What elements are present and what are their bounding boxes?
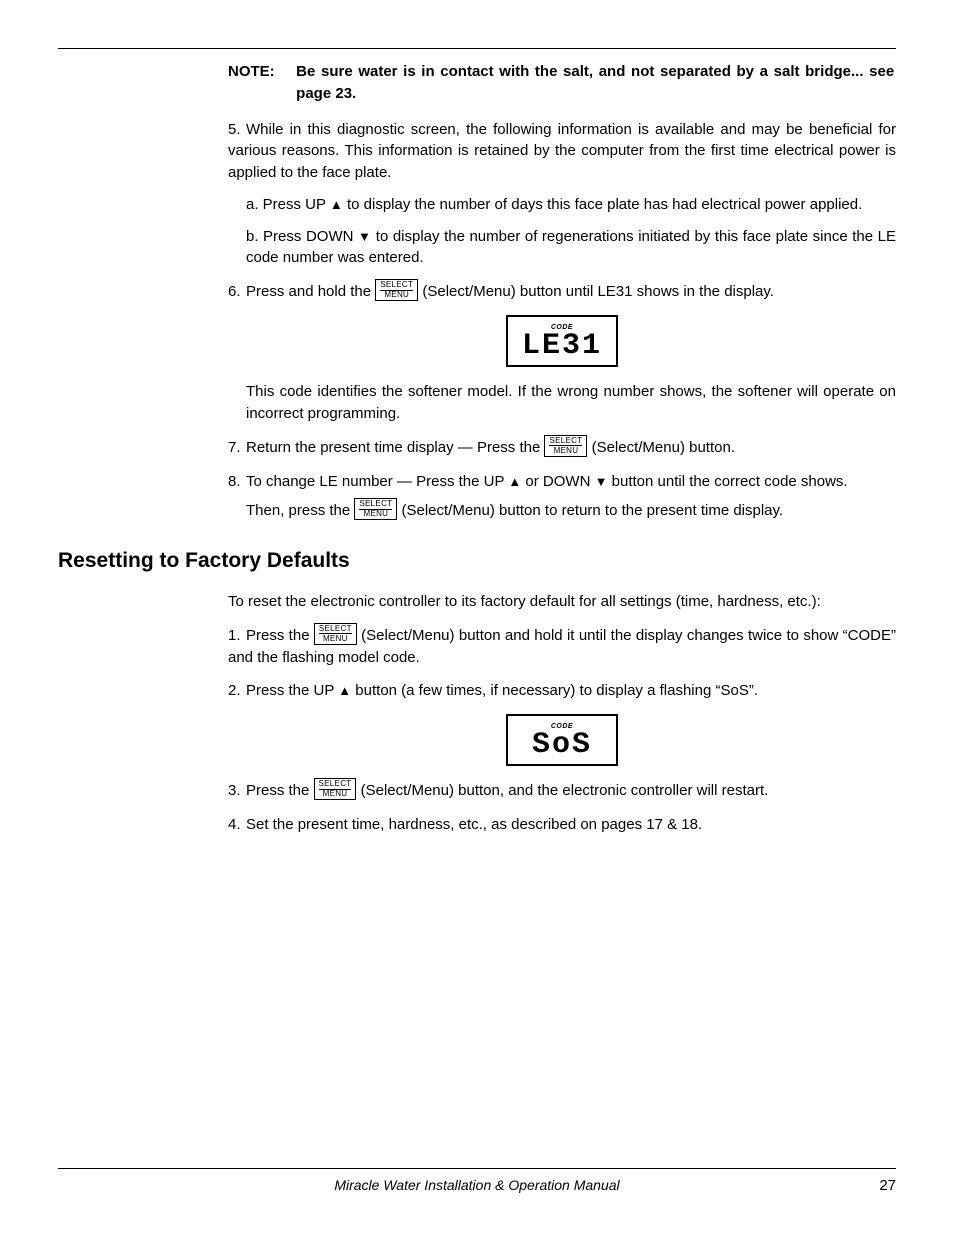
lcd-le31: CODE LE31 <box>506 315 618 367</box>
footer-rule <box>58 1168 896 1169</box>
step-num: 4. <box>228 814 246 836</box>
footer-title: Miracle Water Installation & Operation M… <box>58 1175 896 1195</box>
step-7: 7.Return the present time display — Pres… <box>228 437 896 459</box>
substep-b: b. Press DOWN ▼ to display the number of… <box>246 226 896 270</box>
up-arrow-icon: ▲ <box>330 197 343 212</box>
step-num: 3. <box>228 780 246 802</box>
page-footer: Miracle Water Installation & Operation M… <box>58 1168 896 1195</box>
lcd-sos: CODE SoS <box>506 714 618 766</box>
select-menu-button-icon: SELECTMENU <box>375 279 418 301</box>
step-text: While in this diagnostic screen, the fol… <box>228 121 896 182</box>
step-num: 8. <box>228 471 246 493</box>
note-text: Be sure water is in contact with the sal… <box>296 61 894 105</box>
reset-step-3: 3.Press the SELECTMENU (Select/Menu) but… <box>228 780 896 802</box>
step-6: 6.Press and hold the SELECTMENU (Select/… <box>228 281 896 425</box>
step-num: 2. <box>228 680 246 702</box>
note-block: NOTE: Be sure water is in contact with t… <box>228 61 896 105</box>
step-8: 8.To change LE number — Press the UP ▲ o… <box>228 471 896 523</box>
section-heading-reset: Resetting to Factory Defaults <box>58 546 896 576</box>
reset-intro: To reset the electronic controller to it… <box>228 591 896 613</box>
main-content: NOTE: Be sure water is in contact with t… <box>58 61 896 522</box>
step-num: 1. <box>228 625 246 647</box>
top-rule <box>58 48 896 49</box>
select-menu-button-icon: SELECTMENU <box>544 435 587 457</box>
step-8-then: Then, press the SELECTMENU (Select/Menu)… <box>228 500 896 522</box>
reset-step-1: 1.Press the SELECTMENU (Select/Menu) but… <box>228 625 896 669</box>
down-arrow-icon: ▼ <box>595 474 608 489</box>
lcd-display: CODE LE31 <box>228 315 896 367</box>
page-number: 27 <box>879 1175 896 1197</box>
down-arrow-icon: ▼ <box>358 229 371 244</box>
substeps: a. Press UP ▲ to display the number of d… <box>228 194 896 269</box>
reset-step-4: 4.Set the present time, hardness, etc., … <box>228 814 896 836</box>
step-6-note: This code identifies the softener model.… <box>228 381 896 425</box>
reset-step-2: 2.Press the UP ▲ button (a few times, if… <box>228 680 896 766</box>
instruction-list: 5.While in this diagnostic screen, the f… <box>228 119 896 523</box>
step-num: 6. <box>228 281 246 303</box>
note-label: NOTE: <box>228 61 292 83</box>
step-5: 5.While in this diagnostic screen, the f… <box>228 119 896 270</box>
lcd-display: CODE SoS <box>228 714 896 766</box>
select-menu-button-icon: SELECTMENU <box>354 498 397 520</box>
up-arrow-icon: ▲ <box>508 474 521 489</box>
step-num: 7. <box>228 437 246 459</box>
select-menu-button-icon: SELECTMENU <box>314 778 357 800</box>
up-arrow-icon: ▲ <box>338 683 351 698</box>
select-menu-button-icon: SELECTMENU <box>314 623 357 645</box>
reset-content: To reset the electronic controller to it… <box>58 591 896 836</box>
reset-list: 1.Press the SELECTMENU (Select/Menu) but… <box>228 625 896 836</box>
substep-a: a. Press UP ▲ to display the number of d… <box>246 194 896 216</box>
step-num: 5. <box>228 119 246 141</box>
footer-row: Miracle Water Installation & Operation M… <box>58 1175 896 1195</box>
